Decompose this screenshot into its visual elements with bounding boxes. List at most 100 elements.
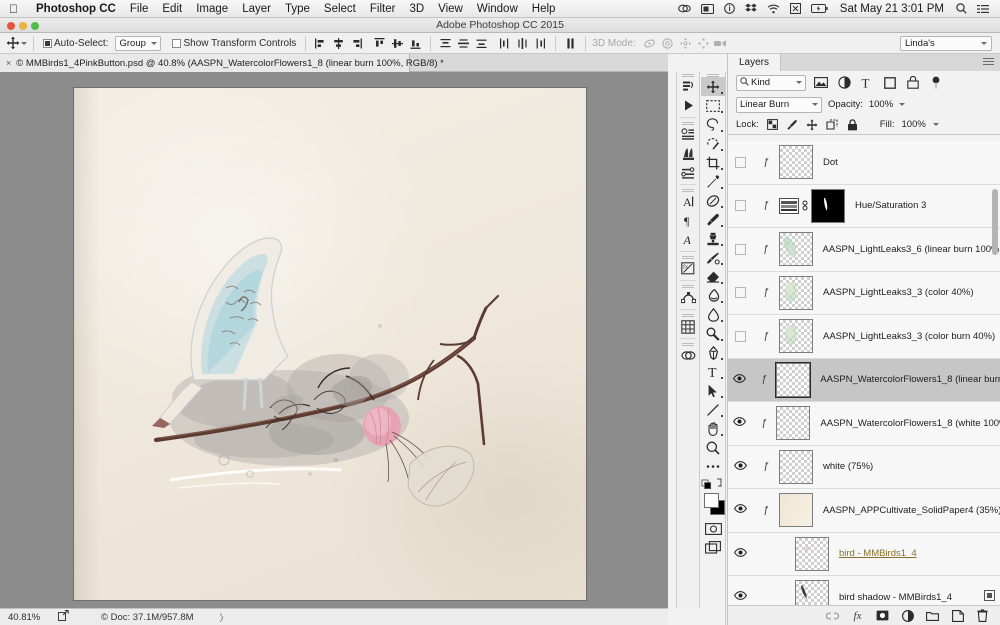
apple-logo-icon[interactable]:  bbox=[0, 3, 29, 15]
layer-name[interactable]: Hue/Saturation 3 bbox=[845, 200, 926, 211]
adjustments-icon[interactable] bbox=[677, 125, 699, 144]
input-source-icon[interactable] bbox=[785, 3, 806, 14]
new-adjustment-layer-icon[interactable] bbox=[901, 609, 914, 622]
link-mask-icon[interactable] bbox=[799, 200, 811, 211]
type-layers-filter-icon[interactable]: T bbox=[859, 75, 875, 91]
move-tool-icon[interactable] bbox=[701, 77, 725, 96]
layer-visibility-toggle[interactable] bbox=[728, 141, 753, 184]
history-brush-tool-icon[interactable] bbox=[701, 248, 725, 267]
shape-layers-filter-icon[interactable] bbox=[882, 75, 898, 91]
layer-filter-kind-dropdown[interactable]: Kind bbox=[736, 74, 806, 91]
layer-visibility-toggle[interactable] bbox=[728, 446, 753, 489]
eyedropper-tool-icon[interactable] bbox=[701, 172, 725, 191]
menu-item-view[interactable]: View bbox=[431, 3, 470, 15]
layer-thumbnail[interactable] bbox=[779, 145, 813, 180]
fill-scrubber-chevron-down-icon[interactable] bbox=[932, 123, 939, 126]
layer-name[interactable]: bird - MMBirds1_4 bbox=[829, 548, 917, 559]
add-layer-mask-icon[interactable] bbox=[876, 609, 889, 622]
show-transform-controls-checkbox[interactable] bbox=[172, 38, 182, 48]
eraser-tool-icon[interactable] bbox=[701, 267, 725, 286]
slide-3d-icon[interactable] bbox=[695, 35, 712, 52]
patterns-icon[interactable] bbox=[677, 317, 699, 336]
edit-toolbar-ellipsis-icon[interactable] bbox=[701, 457, 725, 476]
notification-center-icon[interactable] bbox=[972, 4, 994, 14]
tool-preset-chevron-down-icon[interactable] bbox=[21, 41, 27, 45]
workspace-switcher[interactable]: Linda's bbox=[900, 36, 992, 51]
menu-item-select[interactable]: Select bbox=[317, 3, 363, 15]
align-top-edges-icon[interactable] bbox=[371, 35, 388, 52]
delete-layer-icon[interactable] bbox=[976, 609, 989, 622]
layers-scrollbar[interactable] bbox=[991, 141, 999, 612]
distribute-horizontal-centers-icon[interactable] bbox=[514, 35, 531, 52]
distribute-spacing-icon[interactable] bbox=[562, 35, 579, 52]
layer-thumbnail[interactable] bbox=[778, 232, 813, 267]
close-document-icon[interactable]: × bbox=[6, 58, 11, 68]
layer-name[interactable]: Dot bbox=[813, 157, 838, 168]
spot-healing-brush-tool-icon[interactable] bbox=[701, 191, 725, 210]
layer-name[interactable]: AASPN_WatercolorFlowers1_8 (linear burn.… bbox=[810, 374, 1000, 385]
layer-mask-thumbnail[interactable] bbox=[811, 188, 845, 223]
panel-menu-icon[interactable] bbox=[983, 58, 994, 67]
line-shape-tool-icon[interactable] bbox=[701, 400, 725, 419]
hand-tool-icon[interactable] bbox=[701, 419, 725, 438]
spotlight-search-icon[interactable] bbox=[951, 3, 972, 14]
adjustment-layers-filter-icon[interactable] bbox=[836, 75, 852, 91]
menu-item-type[interactable]: Type bbox=[278, 3, 317, 15]
menu-item-image[interactable]: Image bbox=[189, 3, 235, 15]
rotate-3d-icon[interactable] bbox=[641, 35, 658, 52]
screen-mode-icon[interactable] bbox=[701, 538, 725, 556]
table-row[interactable]: ƒ Hue/Saturation 3 bbox=[728, 184, 1000, 228]
new-layer-icon[interactable] bbox=[951, 609, 964, 622]
layer-visibility-toggle[interactable] bbox=[728, 359, 752, 402]
table-row[interactable]: bird - MMBirds1_4 bbox=[728, 532, 1000, 576]
fill-value[interactable]: 100% bbox=[902, 119, 926, 130]
table-row[interactable]: ƒ AASPN_LightLeaks3_3 (color burn 40%) bbox=[728, 315, 1000, 359]
move-tool-icon[interactable] bbox=[4, 35, 21, 52]
layer-visibility-toggle[interactable] bbox=[728, 228, 753, 271]
layer-name[interactable]: white (75%) bbox=[813, 461, 873, 472]
path-selection-tool-icon[interactable] bbox=[701, 381, 725, 400]
document-tab[interactable]: × © MMBirds1_4PinkButton.psd @ 40.8% (AA… bbox=[0, 54, 444, 72]
menu-item-window[interactable]: Window bbox=[470, 3, 525, 15]
table-row[interactable]: ƒ AASPN_APPCultivate_SolidPaper4 (35%) bbox=[728, 489, 1000, 533]
wifi-icon[interactable] bbox=[762, 4, 785, 14]
new-group-icon[interactable] bbox=[926, 609, 939, 622]
scrollbar-thumb[interactable] bbox=[992, 189, 998, 255]
gradient-tool-icon[interactable] bbox=[701, 286, 725, 305]
layer-visibility-toggle[interactable] bbox=[728, 185, 753, 228]
lock-all-icon[interactable] bbox=[846, 118, 859, 131]
layer-name[interactable]: AASPN_WatercolorFlowers1_8 (white 100%) bbox=[810, 418, 1000, 429]
align-bottom-edges-icon[interactable] bbox=[407, 35, 424, 52]
brush-presets-icon[interactable] bbox=[677, 144, 699, 163]
auto-select-scope-dropdown[interactable]: Group bbox=[115, 35, 162, 51]
layer-visibility-toggle[interactable] bbox=[728, 489, 753, 532]
table-row[interactable]: ƒ white (75%) bbox=[728, 445, 1000, 489]
lock-transparent-pixels-icon[interactable] bbox=[766, 118, 779, 131]
align-left-edges-icon[interactable] bbox=[312, 35, 329, 52]
play-actions-icon[interactable] bbox=[677, 96, 699, 115]
roll-3d-icon[interactable] bbox=[659, 35, 676, 52]
align-right-edges-icon[interactable] bbox=[348, 35, 365, 52]
distribute-left-edges-icon[interactable] bbox=[496, 35, 513, 52]
pen-tool-icon[interactable] bbox=[701, 343, 725, 362]
layer-visibility-toggle[interactable] bbox=[728, 402, 752, 445]
pixel-layers-filter-icon[interactable] bbox=[813, 75, 829, 91]
color-wheel-icon[interactable] bbox=[677, 346, 699, 365]
quick-selection-tool-icon[interactable] bbox=[701, 134, 725, 153]
blur-tool-icon[interactable] bbox=[701, 305, 725, 324]
layer-thumbnail[interactable] bbox=[778, 493, 813, 528]
layer-thumbnail[interactable] bbox=[795, 536, 829, 571]
layer-name[interactable]: AASPN_LightLeaks3_6 (linear burn 100%) bbox=[813, 244, 1000, 255]
auto-select-checkbox[interactable] bbox=[43, 38, 52, 48]
paths-icon[interactable] bbox=[677, 288, 699, 307]
layer-name[interactable]: AASPN_LightLeaks3_3 (color 40%) bbox=[813, 287, 974, 298]
align-horizontal-centers-icon[interactable] bbox=[330, 35, 347, 52]
menu-item-file[interactable]: File bbox=[123, 3, 156, 15]
brush-tool-icon[interactable] bbox=[701, 210, 725, 229]
battery-charging-icon[interactable] bbox=[806, 4, 833, 13]
menu-item-layer[interactable]: Layer bbox=[235, 3, 278, 15]
crop-tool-icon[interactable] bbox=[701, 153, 725, 172]
auto-select-control[interactable]: Auto-Select: bbox=[40, 38, 111, 49]
pan-3d-icon[interactable] bbox=[677, 35, 694, 52]
layers-list[interactable]: ƒ Dot ƒ Hue/Saturation 3 ƒ AASPN_LightLe… bbox=[728, 141, 1000, 612]
